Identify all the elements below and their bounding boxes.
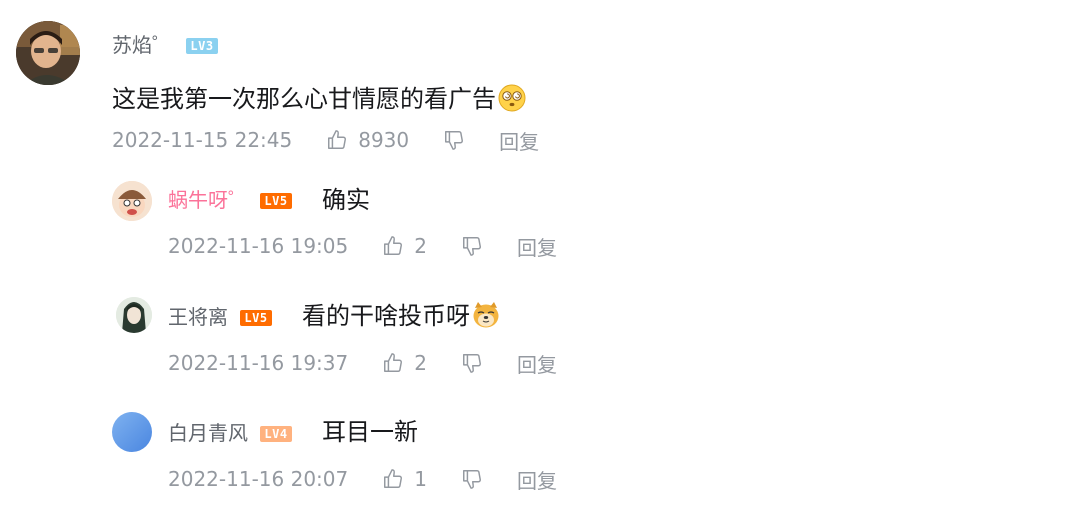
thumbs-up-icon [382,468,404,490]
doge-emoji-icon [472,301,500,329]
comment-text-body: 这是我第一次那么心甘情愿的看广告 [112,85,496,113]
avatar-cartoon [112,181,152,221]
dislike-button[interactable] [461,235,483,257]
reply-meta: 2022-11-16 19:37 2 回复 [168,349,557,377]
like-count: 8930 [358,128,410,152]
timestamp: 2022-11-16 20:07 [168,467,349,491]
thumbs-up-icon [382,235,404,257]
like-count: 2 [414,351,427,375]
reply-button[interactable]: 回复 [499,126,539,155]
reply-button[interactable]: 回复 [517,465,557,494]
reply-text: 确实 [322,186,370,214]
reply-button[interactable]: 回复 [517,349,557,378]
dislike-button[interactable] [461,468,483,490]
reply-text: 耳目一新 [322,418,418,446]
comment-text: 这是我第一次那么心甘情愿的看广告 [112,84,526,114]
like-button[interactable]: 1 [382,467,427,491]
thumbs-down-icon [461,235,483,257]
dizzy-face-emoji-icon [498,84,526,112]
timestamp: 2022-11-16 19:05 [168,234,349,258]
like-count: 2 [414,234,427,258]
level-badge: LV4 [260,426,292,442]
thumbs-down-icon [461,352,483,374]
thumbs-up-icon [326,129,348,151]
level-badge: LV3 [186,38,218,54]
avatar[interactable] [116,297,152,333]
comment-meta: 2022-11-15 22:45 8930 回复 [112,126,539,154]
thumbs-down-icon [461,468,483,490]
timestamp: 2022-11-15 22:45 [112,128,293,152]
level-badge: LV5 [240,310,272,326]
username[interactable]: 白月青风 [168,421,248,445]
reply-text-body: 看的干啥投币呀 [302,302,470,330]
avatar[interactable] [112,181,152,221]
username[interactable]: 蜗牛呀゜ [168,188,248,212]
like-count: 1 [414,467,427,491]
like-button[interactable]: 8930 [326,128,409,152]
reply-text: 看的干啥投币呀 [302,301,500,331]
like-button[interactable]: 2 [382,234,427,258]
dislike-button[interactable] [461,352,483,374]
username[interactable]: 苏焰゜ [112,33,172,57]
avatar-illustration [116,297,152,333]
reply-meta: 2022-11-16 19:05 2 回复 [168,232,557,260]
level-badge: LV5 [260,193,292,209]
avatar[interactable] [16,21,80,85]
avatar[interactable] [112,412,152,452]
like-button[interactable]: 2 [382,351,427,375]
username[interactable]: 王将离 [168,305,228,329]
reply-button[interactable]: 回复 [517,232,557,261]
timestamp: 2022-11-16 19:37 [168,351,349,375]
thumbs-down-icon [443,129,465,151]
dislike-button[interactable] [443,129,465,151]
reply-meta: 2022-11-16 20:07 1 回复 [168,465,557,493]
thumbs-up-icon [382,352,404,374]
avatar-photo [16,21,80,85]
